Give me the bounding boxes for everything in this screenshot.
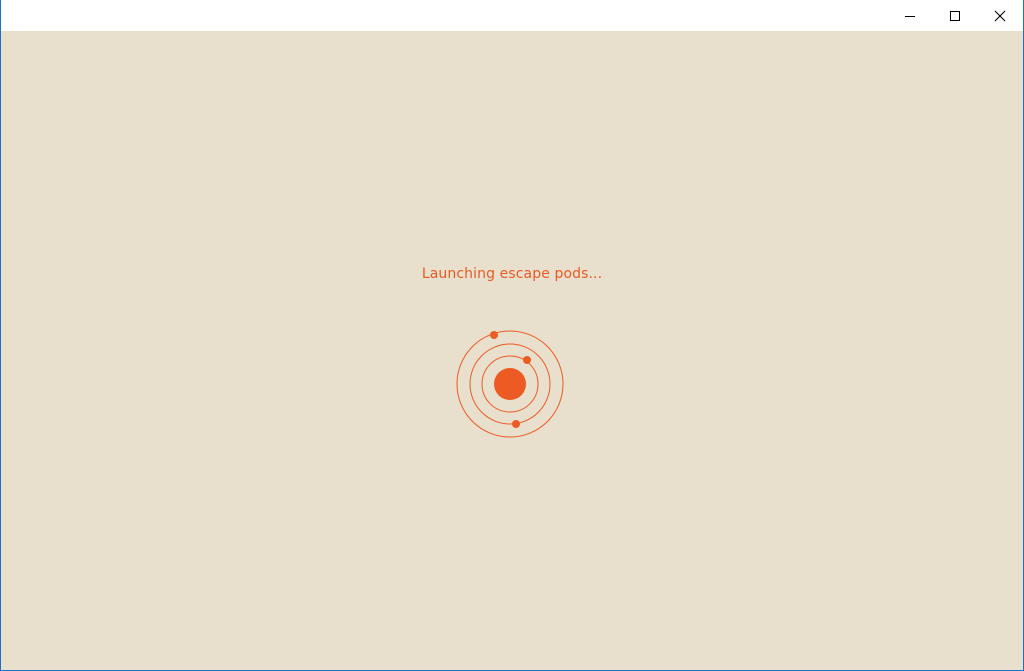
title-bar[interactable] <box>1 0 1023 31</box>
maximize-icon <box>950 10 960 21</box>
satellite-outer <box>490 331 498 339</box>
satellite-inner <box>523 356 531 364</box>
satellite-middle <box>512 420 520 428</box>
loading-message: Launching escape pods... <box>421 266 603 282</box>
close-icon <box>994 10 1006 21</box>
planet-core <box>494 368 526 400</box>
app-window: Launching escape pods... <box>0 0 1024 671</box>
maximize-button[interactable] <box>932 0 978 31</box>
loading-screen: Launching escape pods... <box>1 31 1023 670</box>
orbit-loader-icon <box>456 330 564 438</box>
close-button[interactable] <box>977 0 1023 31</box>
minimize-icon <box>905 15 915 17</box>
minimize-button[interactable] <box>887 0 933 31</box>
